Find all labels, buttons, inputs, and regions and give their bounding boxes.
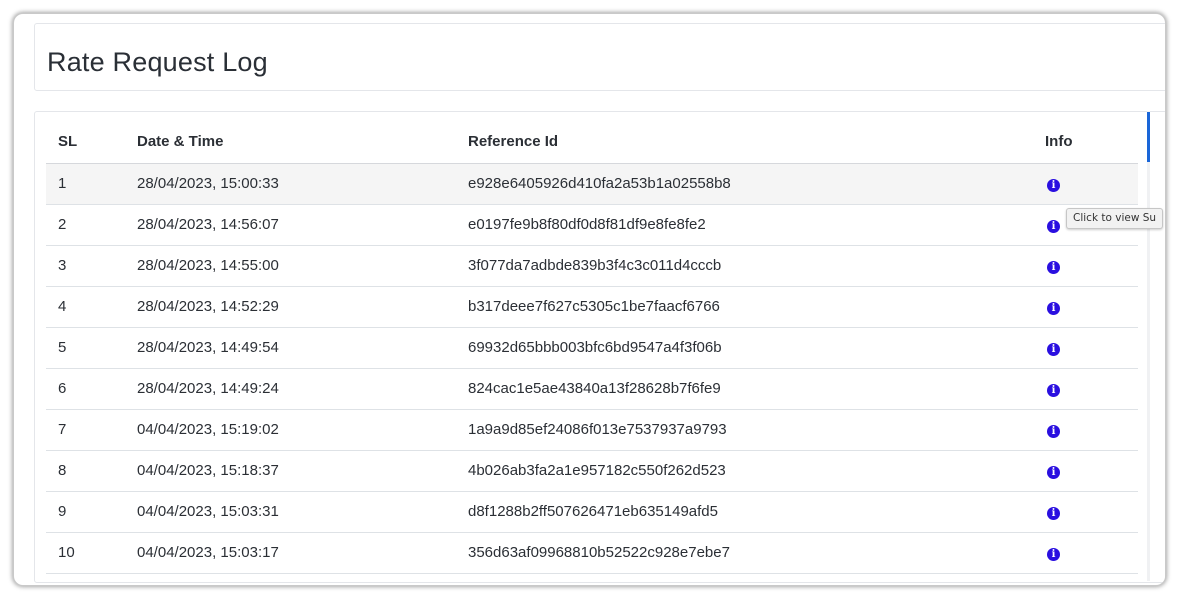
- cell-datetime: 28/04/2023, 14:55:00: [137, 245, 468, 287]
- cell-sl: 9: [46, 491, 137, 533]
- info-circle-icon[interactable]: i: [1047, 343, 1060, 356]
- column-header-datetime: Date & Time: [137, 112, 468, 164]
- cell-datetime: 04/04/2023, 15:03:31: [137, 491, 468, 533]
- cell-reference: 1a9a9d85ef24086f013e7537937a9793: [468, 409, 1045, 451]
- scrollbar-thumb[interactable]: [1147, 112, 1150, 162]
- cell-sl: 1: [46, 163, 137, 205]
- table-row[interactable]: 1 28/04/2023, 15:00:33 e928e6405926d410f…: [46, 163, 1138, 205]
- table-row[interactable]: 2 28/04/2023, 14:56:07 e0197fe9b8f80df0d…: [46, 204, 1138, 246]
- cell-info: i: [1045, 245, 1138, 287]
- cell-sl: 10: [46, 532, 137, 574]
- cell-info: i: [1045, 532, 1138, 574]
- column-header-reference: Reference Id: [468, 112, 1045, 164]
- table-row[interactable]: 3 28/04/2023, 14:55:00 3f077da7adbde839b…: [46, 245, 1138, 287]
- cell-reference: 3f077da7adbde839b3f4c3c011d4cccb: [468, 245, 1045, 287]
- cell-info: i: [1045, 450, 1138, 492]
- info-circle-icon[interactable]: i: [1047, 466, 1060, 479]
- table-row[interactable]: 6 28/04/2023, 14:49:24 824cac1e5ae43840a…: [46, 368, 1138, 410]
- cell-datetime: 04/04/2023, 15:19:02: [137, 409, 468, 451]
- cell-reference: d8f1288b2ff507626471eb635149afd5: [468, 491, 1045, 533]
- info-circle-icon[interactable]: i: [1047, 384, 1060, 397]
- info-tooltip: Click to view Su: [1066, 208, 1164, 229]
- table-row[interactable]: 7 04/04/2023, 15:19:02 1a9a9d85ef24086f0…: [46, 409, 1138, 451]
- cell-datetime: 28/04/2023, 14:49:54: [137, 327, 468, 369]
- table-row[interactable]: 4 28/04/2023, 14:52:29 b317deee7f627c530…: [46, 286, 1138, 328]
- cell-reference: e928e6405926d410fa2a53b1a02558b8: [468, 163, 1045, 205]
- page-title: Rate Request Log: [47, 47, 268, 77]
- info-circle-icon[interactable]: i: [1047, 507, 1060, 520]
- table-header-row: SL Date & Time Reference Id Info: [46, 112, 1138, 164]
- table-row[interactable]: 10 04/04/2023, 15:03:17 356d63af09968810…: [46, 532, 1138, 574]
- cell-info: i: [1045, 163, 1138, 205]
- cell-sl: 2: [46, 204, 137, 246]
- cell-datetime: 04/04/2023, 15:03:17: [137, 532, 468, 574]
- cell-reference: b317deee7f627c5305c1be7faacf6766: [468, 286, 1045, 328]
- cell-reference: e0197fe9b8f80df0d8f81df9e8fe8fe2: [468, 204, 1045, 246]
- cell-info: i: [1045, 491, 1138, 533]
- info-circle-icon[interactable]: i: [1047, 425, 1060, 438]
- cell-reference: 356d63af09968810b52522c928e7ebe7: [468, 532, 1045, 574]
- log-table-card: SL Date & Time Reference Id Info 1 28/04…: [34, 111, 1165, 583]
- cell-datetime: 28/04/2023, 14:52:29: [137, 286, 468, 328]
- cell-datetime: 04/04/2023, 15:18:37: [137, 450, 468, 492]
- cell-info: i: [1045, 286, 1138, 328]
- info-circle-icon[interactable]: i: [1047, 302, 1060, 315]
- cell-info: i: [1045, 368, 1138, 410]
- cell-reference: 4b026ab3fa2a1e957182c550f262d523: [468, 450, 1045, 492]
- cell-datetime: 28/04/2023, 15:00:33: [137, 163, 468, 205]
- cell-datetime: 28/04/2023, 14:56:07: [137, 204, 468, 246]
- cell-sl: 5: [46, 327, 137, 369]
- cell-sl: 4: [46, 286, 137, 328]
- scrollbar-track[interactable]: [1147, 111, 1150, 581]
- app-window: Rate Request Log SL Date & Time Referenc…: [13, 13, 1166, 586]
- cell-sl: 6: [46, 368, 137, 410]
- cell-sl: 3: [46, 245, 137, 287]
- cell-reference: 824cac1e5ae43840a13f28628b7f6fe9: [468, 368, 1045, 410]
- column-header-sl: SL: [46, 112, 137, 164]
- cell-reference: 69932d65bbb003bfc6bd9547a4f3f06b: [468, 327, 1045, 369]
- cell-sl: 8: [46, 450, 137, 492]
- table-row[interactable]: 9 04/04/2023, 15:03:31 d8f1288b2ff507626…: [46, 491, 1138, 533]
- cell-datetime: 28/04/2023, 14:49:24: [137, 368, 468, 410]
- info-circle-icon[interactable]: i: [1047, 261, 1060, 274]
- info-circle-icon[interactable]: i: [1047, 179, 1060, 192]
- page-header: Rate Request Log: [34, 23, 1165, 91]
- table-row[interactable]: 5 28/04/2023, 14:49:54 69932d65bbb003bfc…: [46, 327, 1138, 369]
- column-header-info: Info: [1045, 112, 1138, 164]
- cell-sl: 7: [46, 409, 137, 451]
- table-row[interactable]: 8 04/04/2023, 15:18:37 4b026ab3fa2a1e957…: [46, 450, 1138, 492]
- info-circle-icon[interactable]: i: [1047, 548, 1060, 561]
- info-circle-icon[interactable]: i: [1047, 220, 1060, 233]
- cell-info: i: [1045, 409, 1138, 451]
- rate-request-table: SL Date & Time Reference Id Info 1 28/04…: [46, 112, 1138, 574]
- cell-info: i: [1045, 327, 1138, 369]
